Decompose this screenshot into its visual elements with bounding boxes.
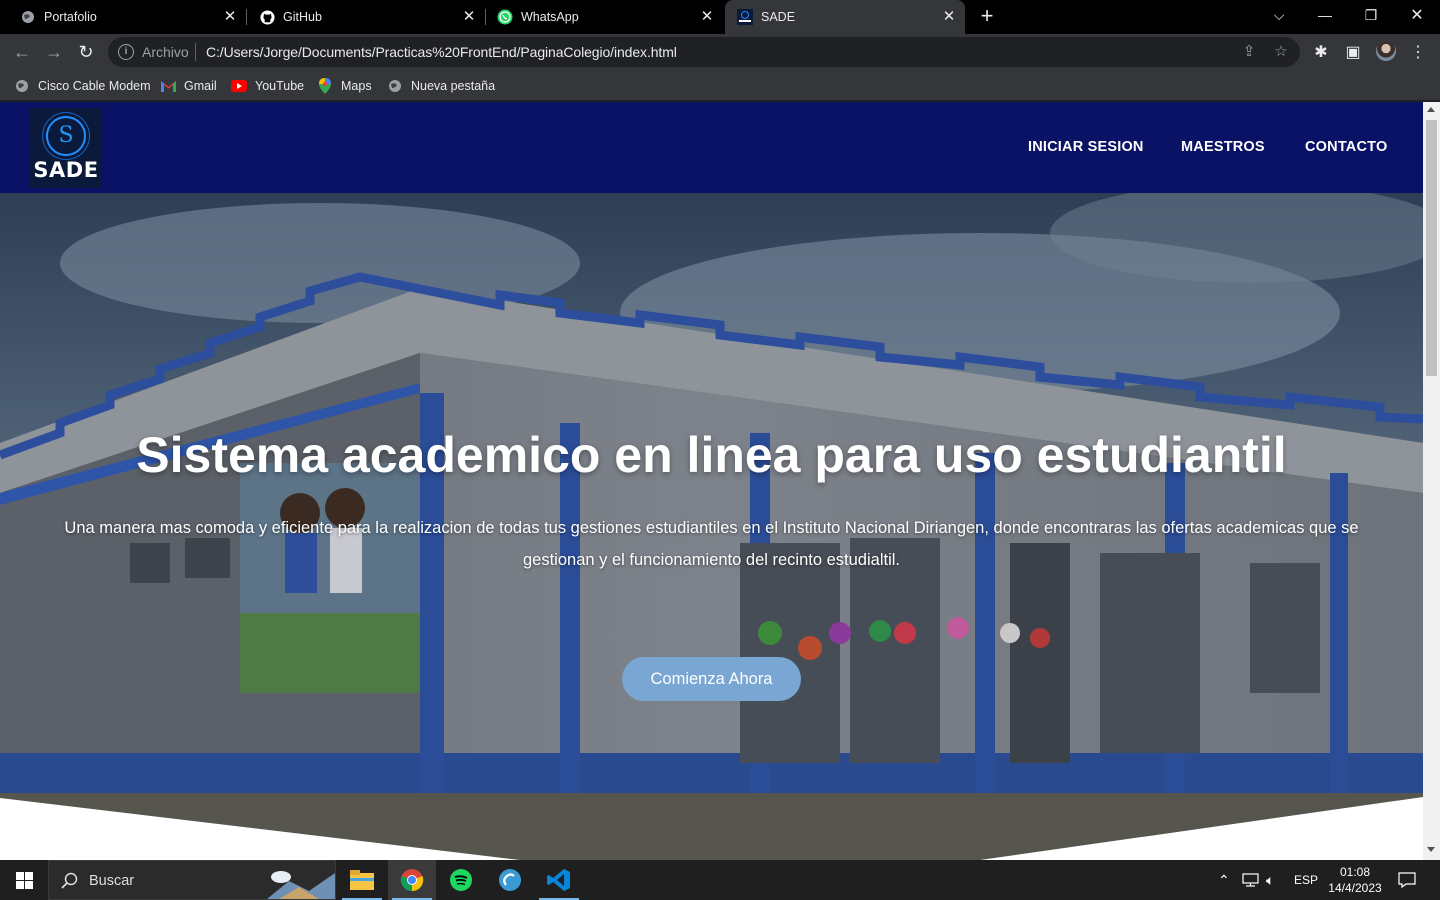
tab-title: GitHub <box>283 10 322 24</box>
page-viewport: S SADE INICIAR SESION MAESTROS CONTACTO <box>0 102 1423 860</box>
search-icon <box>61 872 78 889</box>
tab-github[interactable]: GitHub ✕ <box>239 0 485 34</box>
scrollbar-thumb[interactable] <box>1426 120 1437 376</box>
bookmark-label: Maps <box>341 79 372 93</box>
new-tab-button[interactable]: + <box>976 5 998 28</box>
close-tab-icon[interactable]: ✕ <box>941 9 957 25</box>
site-header: S SADE INICIAR SESION MAESTROS CONTACTO <box>0 102 1423 193</box>
bookmark-cisco[interactable]: Cisco Cable Modem <box>14 76 151 96</box>
tab-sade[interactable]: SADE ✕ <box>725 0 965 34</box>
windows-taskbar: Buscar ⌃ 🔈︎ ESP 01:08 14/4/2023 <box>0 860 1440 900</box>
chrome-icon[interactable] <box>388 860 436 900</box>
spotify-icon[interactable] <box>437 860 485 900</box>
info-icon[interactable]: i <box>118 44 134 60</box>
scroll-down-icon[interactable] <box>1427 847 1435 852</box>
logo-text: SADE <box>33 158 99 182</box>
maps-pin-icon <box>317 78 333 94</box>
youtube-icon <box>231 78 247 94</box>
show-hidden-icons-icon[interactable]: ⌃ <box>1218 860 1230 900</box>
close-tab-icon[interactable]: ✕ <box>699 9 715 25</box>
reload-icon[interactable]: ↻ <box>74 40 98 64</box>
nav-contacto[interactable]: CONTACTO <box>1305 139 1387 155</box>
vscode-icon[interactable] <box>535 860 583 900</box>
bookmark-label: YouTube <box>255 79 305 93</box>
minimize-icon[interactable]: — <box>1302 0 1348 30</box>
close-tab-icon[interactable]: ✕ <box>461 9 477 25</box>
browser-toolbar: ← → ↻ i Archivo C:/Users/Jorge/Documents… <box>0 34 1440 70</box>
page-scrollbar[interactable] <box>1423 102 1440 860</box>
close-window-icon[interactable]: ✕ <box>1394 0 1440 30</box>
search-placeholder: Buscar <box>89 873 135 889</box>
divider <box>195 43 196 61</box>
github-icon <box>259 9 275 25</box>
sade-favicon <box>737 9 753 25</box>
whatsapp-icon <box>497 9 513 25</box>
system-clock[interactable]: 01:08 14/4/2023 <box>1322 864 1388 896</box>
bookmark-nueva-pestana[interactable]: Nueva pestaña <box>387 76 495 96</box>
scroll-up-icon[interactable] <box>1427 107 1435 112</box>
address-bar[interactable]: i Archivo C:/Users/Jorge/Documents/Pract… <box>108 37 1300 67</box>
bookmark-label: Cisco Cable Modem <box>38 79 151 93</box>
language-indicator[interactable]: ESP <box>1294 860 1318 900</box>
extensions-icon[interactable]: ✱ <box>1309 40 1333 64</box>
globe-icon <box>20 9 36 25</box>
bookmark-maps[interactable]: Maps <box>317 76 372 96</box>
comienza-ahora-button[interactable]: Comienza Ahora <box>622 657 801 701</box>
clock-time: 01:08 <box>1339 865 1371 879</box>
clock-date: 14/4/2023 <box>1328 881 1382 895</box>
sade-logo[interactable]: S SADE <box>30 108 102 188</box>
nav-maestros[interactable]: MAESTROS <box>1181 139 1265 155</box>
side-panel-icon[interactable]: ▣ <box>1341 40 1365 64</box>
tab-whatsapp[interactable]: WhatsApp ✕ <box>477 0 723 34</box>
profile-avatar[interactable] <box>1376 41 1396 61</box>
hero-section: Sistema academico en linea para uso estu… <box>0 193 1423 860</box>
bookmarks-bar: Cisco Cable Modem Gmail YouTube Maps Nue… <box>0 70 1440 101</box>
hero-description: Una manera mas comoda y eficiente para l… <box>64 519 1359 569</box>
back-icon[interactable]: ← <box>10 40 34 64</box>
tab-search-icon[interactable]: ⌵ <box>1256 0 1302 30</box>
scheme-label: Archivo <box>142 44 189 60</box>
close-tab-icon[interactable]: ✕ <box>222 9 238 25</box>
weather-widget-icon[interactable] <box>259 863 335 899</box>
url-text[interactable]: C:/Users/Jorge/Documents/Practicas%20Fro… <box>206 44 677 60</box>
network-icon[interactable] <box>1242 860 1259 900</box>
menu-icon[interactable]: ⋮ <box>1406 40 1430 64</box>
bookmark-youtube[interactable]: YouTube <box>231 76 304 96</box>
tab-title: SADE <box>761 10 796 24</box>
volume-icon[interactable]: 🔈︎ <box>1266 860 1274 900</box>
notifications-icon[interactable] <box>1398 860 1416 900</box>
file-explorer-icon[interactable] <box>338 860 386 900</box>
hero-title: Sistema academico en linea para uso estu… <box>136 427 1287 483</box>
bookmark-label: Gmail <box>184 79 217 93</box>
taskbar-search[interactable]: Buscar <box>48 860 336 900</box>
tab-title: Portafolio <box>44 10 97 24</box>
windows-start-icon[interactable] <box>0 860 48 900</box>
bookmark-star-icon[interactable]: ☆ <box>1271 42 1291 62</box>
globe-icon <box>14 78 30 94</box>
bookmark-gmail[interactable]: Gmail <box>160 76 217 96</box>
simplenote-icon[interactable] <box>486 860 534 900</box>
restore-icon[interactable]: ❐ <box>1348 0 1394 30</box>
globe-icon <box>387 78 403 94</box>
bookmark-label: Nueva pestaña <box>411 79 496 93</box>
tab-title: WhatsApp <box>521 10 579 24</box>
share-icon[interactable]: ⇪ <box>1239 42 1259 62</box>
forward-icon[interactable]: → <box>42 40 66 64</box>
logo-mark: S <box>46 116 86 156</box>
gmail-icon <box>160 78 176 94</box>
tab-portafolio[interactable]: Portafolio ✕ <box>0 0 246 34</box>
nav-iniciar-sesion[interactable]: INICIAR SESION <box>1028 139 1144 155</box>
tab-strip: Portafolio ✕ GitHub ✕ WhatsApp ✕ SADE ✕ … <box>0 0 1440 34</box>
